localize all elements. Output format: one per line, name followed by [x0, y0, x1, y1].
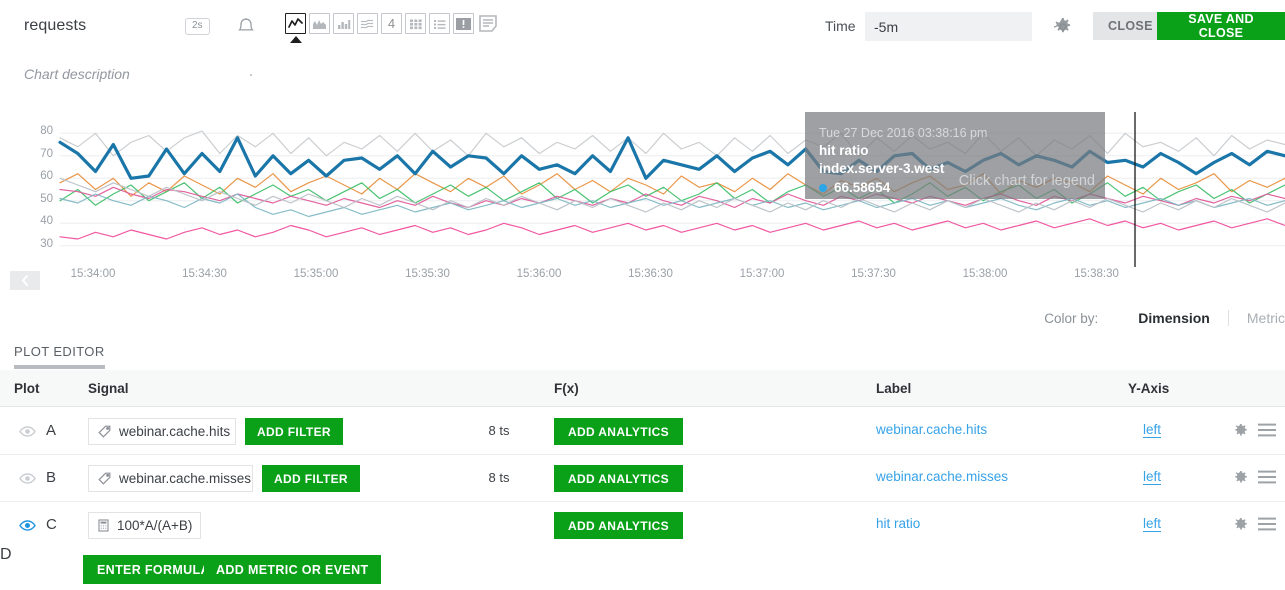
color-by-control: Color by: Dimension Metric [1044, 303, 1285, 333]
plot-editor-tabbar: PLOT EDITOR [0, 340, 1285, 369]
description-caret-dot [250, 74, 252, 76]
eye-off-icon[interactable] [19, 423, 36, 440]
y-axis-tick-label: 80 [40, 125, 53, 138]
x-axis-tick-label: 15:35:00 [293, 268, 339, 280]
single-value-icon[interactable]: 4 [381, 13, 402, 34]
x-axis-tick-label: 15:35:30 [405, 268, 450, 280]
add-metric-or-event-button[interactable]: ADD METRIC OR EVENT [204, 555, 381, 584]
plot-table-header: Plot Signal F(x) Label Y-Axis [0, 370, 1285, 407]
chart-editor-page: requests 2s 4 Time -5m CLOSE SAVE AND CL… [0, 0, 1285, 590]
add-filter-button[interactable]: ADD FILTER [245, 418, 343, 445]
timeseries-count: 8 ts [488, 423, 510, 438]
x-axis-tick-label: 15:34:30 [182, 268, 227, 280]
signal-input[interactable]: 100*A/(A+B) [88, 512, 201, 539]
tag-icon [98, 425, 111, 438]
chart-type-toolbar[interactable]: 4 [285, 13, 498, 43]
hamburger-menu-icon[interactable] [1258, 470, 1276, 486]
enter-formula-button[interactable]: ENTER FORMULA [83, 555, 224, 584]
text-note-icon[interactable] [477, 13, 498, 34]
list-chart-icon[interactable] [429, 13, 450, 34]
selected-indicator-caret [289, 36, 302, 43]
add-analytics-button[interactable]: ADD ANALYTICS [554, 465, 684, 492]
plot-label-link[interactable]: hit ratio [876, 516, 920, 531]
timeseries-count: 8 ts [488, 470, 510, 485]
eye-off-icon[interactable] [19, 470, 36, 487]
plot-letter: C [46, 516, 57, 533]
time-range-label: Time [825, 18, 856, 34]
single-value-label: 4 [387, 16, 396, 31]
add-filter-button[interactable]: ADD FILTER [262, 465, 360, 492]
tab-plot-editor[interactable]: PLOT EDITOR [14, 344, 105, 366]
x-axis-tick-label: 15:38:30 [1074, 268, 1119, 280]
gear-icon[interactable] [1232, 516, 1250, 534]
x-axis-ticks: 15:34:00 15:34:30 15:35:00 15:35:30 15:36:00… [0, 268, 1285, 292]
table-row: A webinar.cache.hits ADD FILTER 8 ts ADD A… [0, 408, 1285, 455]
chart-description-placeholder[interactable]: Chart description [24, 66, 130, 82]
y-axis-tick-label: 60 [40, 170, 53, 183]
time-range-input[interactable] [865, 12, 1032, 41]
signal-value: webinar.cache.hits [119, 424, 231, 439]
x-axis-tick-label: 15:36:30 [628, 268, 673, 280]
color-by-dimension-option[interactable]: Dimension [1120, 310, 1228, 326]
x-axis-tick-label: 15:34:00 [70, 268, 116, 280]
y-axis-link[interactable]: left [1143, 422, 1162, 438]
column-header-plot: Plot [14, 381, 40, 396]
signal-input[interactable]: webinar.cache.hits [88, 418, 236, 445]
signal-input[interactable]: webinar.cache.misses [88, 465, 253, 492]
heatmap-lines-icon[interactable] [357, 13, 378, 34]
gear-icon[interactable] [1232, 422, 1250, 440]
chart-svg [58, 112, 1285, 267]
column-chart-icon[interactable] [333, 13, 354, 34]
area-chart-icon[interactable] [309, 13, 330, 34]
refresh-interval-badge[interactable]: 2s [185, 18, 210, 35]
bell-icon[interactable] [236, 16, 256, 38]
signal-value: webinar.cache.misses [119, 471, 252, 486]
x-axis-tick-label: 15:36:00 [516, 268, 562, 280]
event-feed-icon[interactable] [453, 13, 474, 34]
gear-icon[interactable] [1052, 16, 1074, 38]
tab-active-underline [14, 365, 105, 369]
tag-icon [98, 472, 111, 485]
hamburger-menu-icon[interactable] [1258, 517, 1276, 533]
calculator-icon [98, 519, 109, 532]
x-axis-tick-label: 15:37:00 [739, 268, 785, 280]
save-and-close-button[interactable]: SAVE AND CLOSE [1157, 12, 1285, 40]
signal-value: 100*A/(A+B) [117, 518, 193, 533]
column-header-label: Label [876, 381, 912, 396]
y-axis-tick-label: 70 [40, 147, 53, 160]
chart-plot-area[interactable] [0, 112, 1285, 267]
color-by-metric-option[interactable]: Metric [1227, 310, 1285, 326]
eye-on-icon[interactable] [19, 517, 36, 534]
table-row: B webinar.cache.misses ADD FILTER 8 ts ADD… [0, 455, 1285, 502]
x-axis-tick-label: 15:38:00 [962, 268, 1008, 280]
column-header-yaxis: Y-Axis [1128, 381, 1170, 396]
add-analytics-button[interactable]: ADD ANALYTICS [554, 418, 684, 445]
y-axis-tick-label: 50 [40, 192, 53, 205]
table-row: C 100*A/(A+B) ADD ANALYTICS hit ratio left [0, 502, 1285, 549]
color-by-label: Color by: [1044, 310, 1099, 326]
plot-letter: A [46, 422, 57, 439]
y-axis-link[interactable]: left [1143, 516, 1162, 532]
editor-header: requests 2s 4 Time -5m CLOSE SAVE AND CL… [0, 0, 1285, 54]
x-axis-tick-label: 15:37:30 [851, 268, 896, 280]
y-axis-link[interactable]: left [1143, 469, 1162, 485]
add-analytics-button[interactable]: ADD ANALYTICS [554, 512, 684, 539]
table-row-new: D ENTER FORMULA ADD METRIC OR EVENT Brow… [0, 546, 1285, 590]
page-title: requests [24, 17, 87, 34]
y-axis-tick-label: 30 [40, 237, 53, 250]
hamburger-menu-icon[interactable] [1258, 423, 1276, 439]
grid-chart-icon[interactable] [405, 13, 426, 34]
y-axis-tick-label: 40 [40, 215, 53, 228]
column-header-signal: Signal [88, 381, 129, 396]
plot-letter: B [46, 469, 57, 486]
plot-label-link[interactable]: webinar.cache.hits [876, 422, 987, 437]
chart-prev-button[interactable] [10, 271, 40, 290]
column-header-fx: F(x) [554, 381, 579, 396]
line-chart-icon[interactable] [285, 13, 306, 43]
plot-label-link[interactable]: webinar.cache.misses [876, 469, 1008, 484]
gear-icon[interactable] [1232, 469, 1250, 487]
